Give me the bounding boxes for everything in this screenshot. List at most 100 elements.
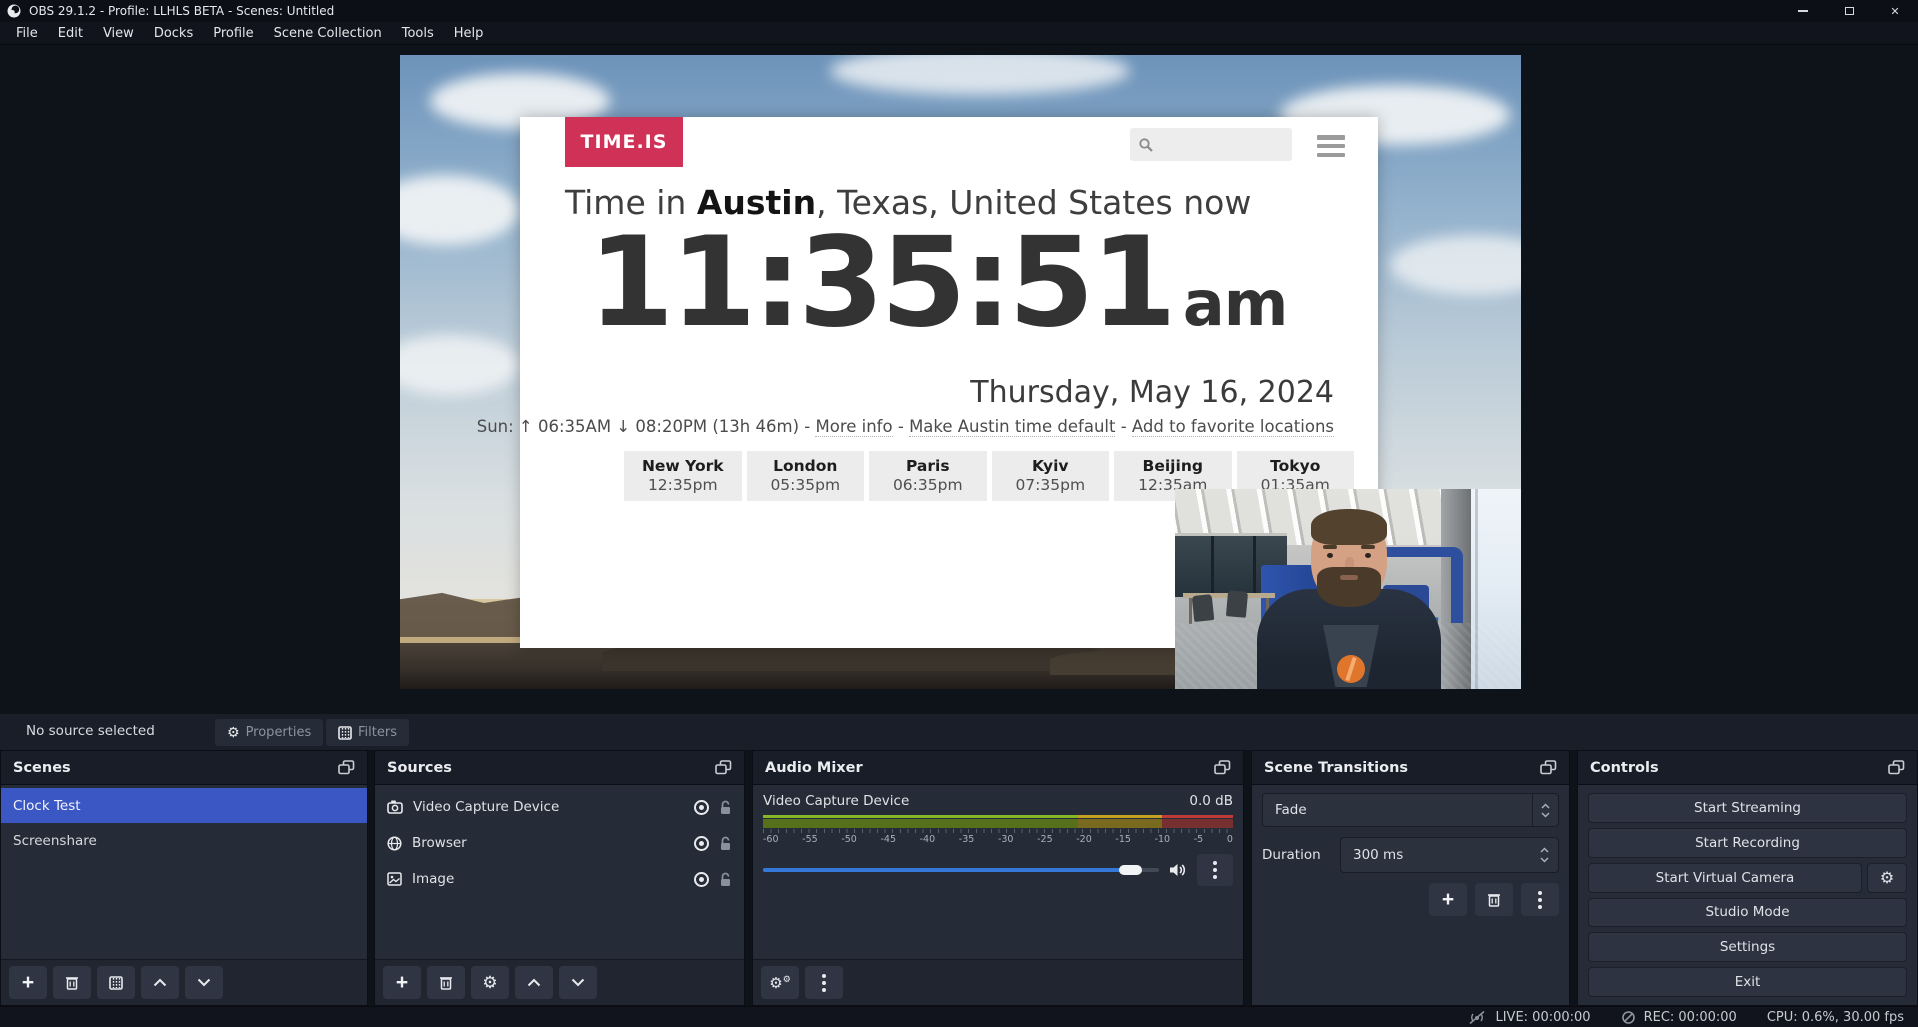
combo-arrows[interactable] <box>1532 794 1558 826</box>
close-button[interactable]: ✕ <box>1872 0 1918 22</box>
city-paris[interactable]: Paris06:35pm <box>869 451 987 501</box>
record-inactive-icon <box>1621 1010 1636 1025</box>
add-source-button[interactable]: + <box>383 966 421 999</box>
remove-transition-button[interactable] <box>1475 883 1513 916</box>
time-value: 11:35:51 <box>588 215 1173 351</box>
move-scene-up-button[interactable] <box>141 966 179 999</box>
mixer-menu-button[interactable] <box>805 966 843 999</box>
add-scene-button[interactable]: + <box>9 966 47 999</box>
visibility-eye-icon[interactable] <box>694 836 709 851</box>
scene-item-screenshare[interactable]: Screenshare <box>1 823 367 858</box>
spinbox-arrows[interactable] <box>1534 847 1558 863</box>
minimize-button[interactable] <box>1780 0 1826 22</box>
menu-edit[interactable]: Edit <box>48 23 93 44</box>
more-info-link[interactable]: More info <box>815 417 892 437</box>
source-properties-button[interactable]: ⚙ <box>471 966 509 999</box>
volume-meter <box>763 815 1233 828</box>
menu-profile[interactable]: Profile <box>203 23 263 44</box>
preview-canvas[interactable]: TIME.IS Time in Austin, Texas, United St… <box>400 55 1521 689</box>
search-input[interactable] <box>1154 137 1274 153</box>
gear-icon: ⚙ <box>227 725 240 741</box>
scene-transitions-panel: Scene Transitions Fade Duration 300 ms <box>1251 750 1570 1006</box>
mixer-db-value: 0.0 dB <box>1189 793 1233 809</box>
mixer-title: Audio Mixer <box>765 760 863 776</box>
start-streaming-button[interactable]: Start Streaming <box>1588 793 1907 823</box>
scene-item-clock-test[interactable]: Clock Test <box>1 788 367 823</box>
duration-spinbox[interactable]: 300 ms <box>1340 837 1559 873</box>
move-source-up-button[interactable] <box>515 966 553 999</box>
hamburger-menu-icon[interactable] <box>1317 135 1345 157</box>
menu-docks[interactable]: Docks <box>144 23 203 44</box>
mixer-toolbar: ⚙⚙ <box>753 959 1243 1005</box>
time-meridiem: am <box>1183 267 1287 340</box>
add-transition-button[interactable]: + <box>1429 883 1467 916</box>
sources-toolbar: + ⚙ <box>375 959 744 1005</box>
double-gear-icon: ⚙⚙ <box>769 974 791 992</box>
timeis-search-box[interactable] <box>1130 128 1292 161</box>
stream-inactive-icon <box>1467 1010 1487 1025</box>
studio-mode-button[interactable]: Studio Mode <box>1588 898 1907 928</box>
visibility-eye-icon[interactable] <box>694 872 709 887</box>
properties-button[interactable]: ⚙ Properties <box>215 719 323 746</box>
volume-slider-handle[interactable] <box>1119 865 1142 875</box>
chevron-down-icon <box>197 978 211 987</box>
advanced-audio-properties-button[interactable]: ⚙⚙ <box>761 966 799 999</box>
scene-filters-button[interactable] <box>97 966 135 999</box>
filters-button[interactable]: Filters <box>326 719 409 746</box>
close-icon: ✕ <box>1890 5 1899 18</box>
duration-label: Duration <box>1262 847 1340 863</box>
source-row-video-capture[interactable]: Video Capture Device <box>375 789 744 825</box>
city-london[interactable]: London05:35pm <box>747 451 865 501</box>
visibility-eye-icon[interactable] <box>694 800 709 815</box>
menu-tools[interactable]: Tools <box>392 23 444 44</box>
timeis-logo[interactable]: TIME.IS <box>565 117 683 167</box>
start-recording-button[interactable]: Start Recording <box>1588 828 1907 858</box>
lock-icon[interactable] <box>719 872 732 887</box>
menu-view[interactable]: View <box>93 23 144 44</box>
lock-icon[interactable] <box>719 836 732 851</box>
city-newyork[interactable]: New York12:35pm <box>624 451 742 501</box>
popout-icon[interactable] <box>1540 760 1557 775</box>
person-hair <box>1311 509 1387 545</box>
popout-icon[interactable] <box>715 760 732 775</box>
window-title: OBS 29.1.2 - Profile: LLHLS BETA - Scene… <box>29 4 334 18</box>
move-scene-down-button[interactable] <box>185 966 223 999</box>
chevron-up-icon <box>1540 847 1549 853</box>
filter-icon <box>338 726 352 740</box>
globe-icon <box>387 836 402 851</box>
transition-properties-button[interactable] <box>1521 883 1559 916</box>
city-kyiv[interactable]: Kyiv07:35pm <box>992 451 1110 501</box>
popout-icon[interactable] <box>1214 760 1231 775</box>
remove-scene-button[interactable] <box>53 966 91 999</box>
start-virtual-camera-button[interactable]: Start Virtual Camera <box>1588 863 1862 893</box>
source-row-image[interactable]: Image <box>375 861 744 897</box>
controls-panel: Controls Start Streaming Start Recording… <box>1577 750 1918 1006</box>
exit-button[interactable]: Exit <box>1588 967 1907 997</box>
date-text: Thursday, May 16, 2024 <box>970 375 1334 410</box>
move-source-down-button[interactable] <box>559 966 597 999</box>
lock-icon[interactable] <box>719 800 732 815</box>
menu-help[interactable]: Help <box>444 23 494 44</box>
mixer-header: Audio Mixer <box>753 751 1243 785</box>
settings-button[interactable]: Settings <box>1588 932 1907 962</box>
virtual-camera-settings-button[interactable]: ⚙ <box>1867 863 1907 893</box>
popout-icon[interactable] <box>338 760 355 775</box>
titlebar: OBS 29.1.2 - Profile: LLHLS BETA - Scene… <box>0 0 1918 22</box>
transitions-title: Scene Transitions <box>1264 760 1408 776</box>
kebab-icon <box>1213 861 1217 879</box>
popout-icon[interactable] <box>1888 760 1905 775</box>
sources-title: Sources <box>387 760 452 776</box>
make-default-link[interactable]: Make Austin time default <box>909 417 1115 437</box>
sun-times: Sun: ↑ 06:35AM ↓ 08:20PM (13h 46m) <box>477 417 799 436</box>
source-row-browser[interactable]: Browser <box>375 825 744 861</box>
menu-scene-collection[interactable]: Scene Collection <box>264 23 392 44</box>
transition-select[interactable]: Fade <box>1262 793 1559 827</box>
remove-source-button[interactable] <box>427 966 465 999</box>
mixer-channel-menu-button[interactable] <box>1197 854 1233 886</box>
volume-slider[interactable] <box>763 865 1159 875</box>
office-chair <box>1192 594 1215 622</box>
menu-file[interactable]: File <box>6 23 48 44</box>
maximize-button[interactable] <box>1826 0 1872 22</box>
speaker-icon[interactable] <box>1169 862 1187 878</box>
add-favorite-link[interactable]: Add to favorite locations <box>1132 417 1334 437</box>
